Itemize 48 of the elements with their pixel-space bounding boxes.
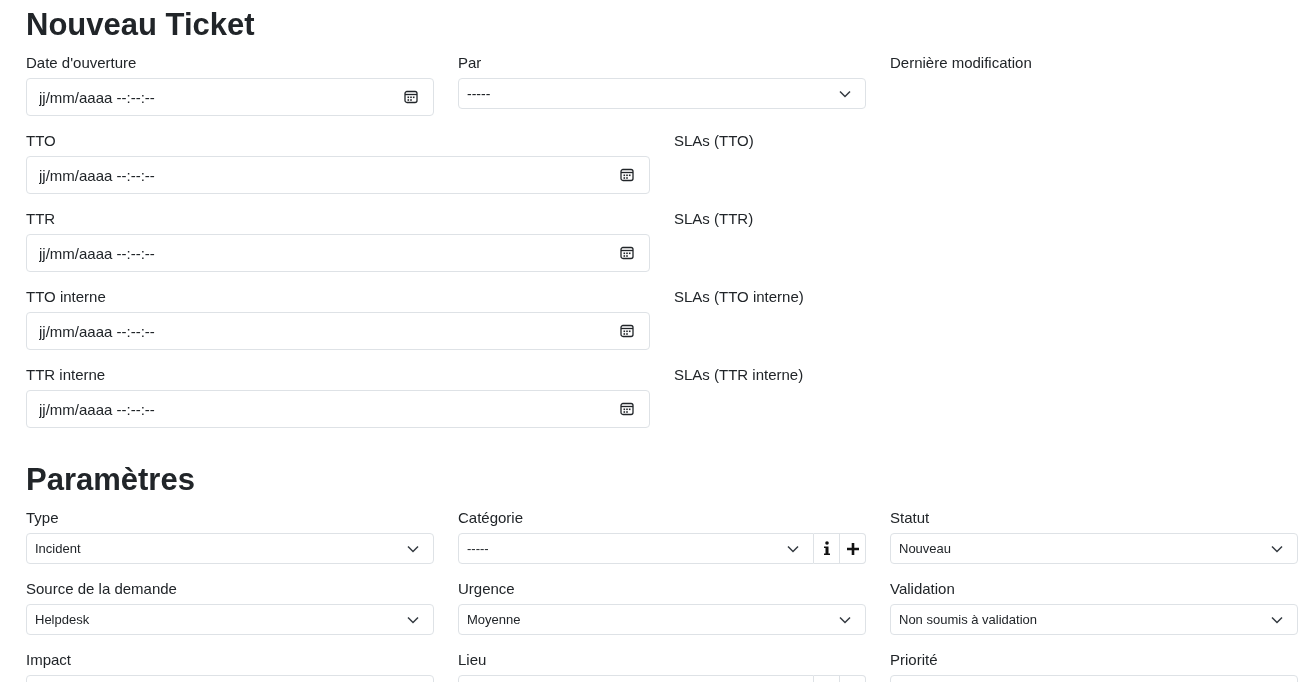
field-label: Urgence — [458, 579, 516, 599]
field-label: Source de la demande — [26, 579, 178, 599]
datetime-field[interactable]: jj/mm/aaaa --:--:-- — [26, 156, 650, 194]
select-field[interactable]: ----- — [458, 533, 814, 564]
chevron-down-icon — [787, 544, 799, 553]
field-label: Par — [458, 53, 483, 73]
datetime-field[interactable]: jj/mm/aaaa --:--:-- — [26, 234, 650, 272]
select-field[interactable]: Helpdesk — [26, 604, 434, 635]
section-title: Paramètres — [26, 461, 196, 499]
field-label: Validation — [890, 579, 956, 599]
field-label: SLAs (TTR interne) — [674, 365, 805, 385]
field-label: Type — [26, 508, 60, 528]
field-label: Dernière modification — [890, 53, 1033, 73]
field-label: Priorité — [890, 650, 939, 670]
select-field[interactable]: Incident — [26, 533, 434, 564]
field-label: Date d'ouverture — [26, 53, 138, 73]
field-label: Lieu — [458, 650, 488, 670]
field-label: SLAs (TTR) — [674, 209, 755, 229]
field-label: Catégorie — [458, 508, 525, 528]
field-label: SLAs (TTO interne) — [674, 287, 805, 307]
plus-icon — [846, 542, 859, 555]
calendar-icon — [620, 168, 634, 182]
chevron-down-icon — [407, 544, 419, 553]
select-field[interactable]: Non soumis à validation — [890, 604, 1298, 635]
info-icon — [822, 541, 831, 556]
field-label: Statut — [890, 508, 931, 528]
chevron-down-icon — [407, 615, 419, 624]
field-label: SLAs (TTO) — [674, 131, 755, 151]
calendar-icon — [620, 402, 634, 416]
select-field[interactable]: Nouveau — [890, 533, 1298, 564]
select-field[interactable]: Moyenne — [458, 604, 866, 635]
select-field[interactable]: ----- — [458, 78, 866, 109]
chevron-down-icon — [839, 615, 851, 624]
chevron-down-icon — [1271, 615, 1283, 624]
chevron-down-icon — [839, 89, 851, 98]
calendar-icon — [620, 324, 634, 338]
page-title: Nouveau Ticket — [26, 6, 256, 44]
calendar-icon — [404, 90, 418, 104]
field-label: TTO interne — [26, 287, 107, 307]
calendar-icon — [620, 246, 634, 260]
datetime-field[interactable]: jj/mm/aaaa --:--:-- — [26, 390, 650, 428]
field-label: TTR — [26, 209, 57, 229]
field-label: TTR interne — [26, 365, 107, 385]
datetime-field[interactable]: jj/mm/aaaa --:--:-- — [26, 312, 650, 350]
datetime-field[interactable]: jj/mm/aaaa --:--:-- — [26, 78, 434, 116]
chevron-down-icon — [1271, 544, 1283, 553]
field-label: Impact — [26, 650, 72, 670]
field-label: TTO — [26, 131, 57, 151]
